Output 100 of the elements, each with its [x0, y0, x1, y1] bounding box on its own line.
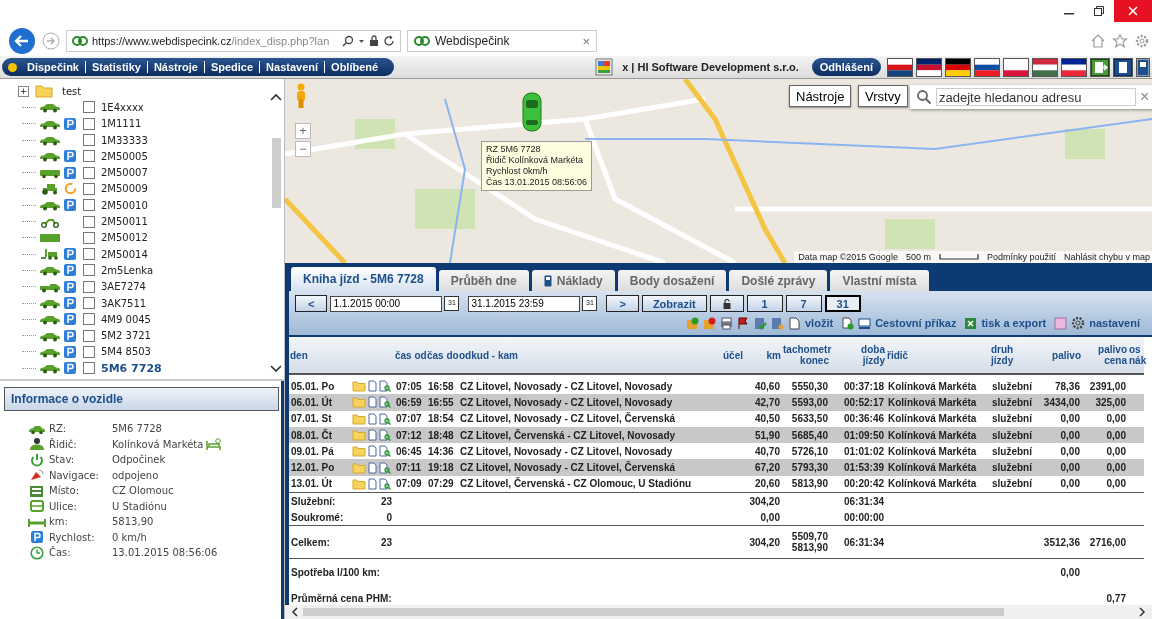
search-icon[interactable] [342, 35, 354, 47]
document-search-icon[interactable] [379, 477, 391, 490]
flag-icon[interactable] [1061, 57, 1087, 77]
show-button[interactable]: Zobrazit [641, 295, 707, 312]
refresh-icon[interactable] [383, 35, 395, 47]
address-search-field[interactable]: zadejte hledanou adresu [936, 88, 1136, 106]
vehicle-tree-item[interactable]: 2M50007 [98, 167, 148, 179]
tab[interactable]: Vlastní místa [830, 270, 929, 291]
column-header[interactable]: druh jízdy [991, 344, 1035, 366]
table-row[interactable]: 13.01. Út 07:09 07:29 CZ Litovel, Červenská - CZ Olomouc, U Stadiónu 20,60 5813,90 00:20:42 Kolínková Markéta služební 0,00 0,00 [289, 475, 1144, 493]
tree-folder-label[interactable]: test [59, 85, 82, 97]
star-icon[interactable] [1112, 33, 1128, 49]
insert-link[interactable]: vložit [805, 317, 834, 329]
column-header[interactable]: palivo cena [1083, 344, 1127, 366]
vehicle-tree-item[interactable]: 2M50012 [98, 232, 148, 244]
menu-item[interactable]: Spedice [203, 61, 260, 73]
menu-item[interactable]: Nastavení [259, 61, 325, 73]
vehicle-tree-item[interactable]: 4M9 0045 [98, 313, 151, 325]
scroll-down-icon[interactable] [270, 365, 282, 373]
vehicle-tree-item[interactable]: 2M50010 [98, 199, 148, 211]
flag-icon[interactable] [1003, 57, 1029, 77]
settings-link[interactable]: nastavení [1089, 317, 1140, 329]
checkbox[interactable] [83, 345, 95, 358]
scrollbar-thumb[interactable] [271, 138, 281, 208]
tab[interactable]: Průběh dne [438, 270, 529, 291]
settings-icon[interactable] [1071, 316, 1086, 330]
column-header[interactable]: den [290, 349, 343, 361]
document-search-icon[interactable] [379, 380, 391, 393]
zoom-out-button[interactable]: − [295, 141, 311, 157]
vehicle-tree-item[interactable]: 2m5Lenka [98, 264, 154, 276]
checkbox[interactable] [83, 329, 95, 342]
document-search-icon[interactable] [379, 445, 391, 458]
lock-button[interactable] [709, 295, 744, 312]
menu-item[interactable]: Nástroje [146, 61, 204, 73]
previous-button[interactable]: < [295, 295, 328, 312]
vehicle-tree-item[interactable]: 1E4xxxx [98, 101, 144, 113]
period-button[interactable]: 1 [746, 295, 783, 312]
checkbox[interactable] [83, 280, 95, 293]
scroll-right-icon[interactable] [1138, 607, 1146, 617]
exit-icon[interactable] [1090, 57, 1110, 77]
flag-icon[interactable] [887, 57, 913, 77]
tab[interactable]: Došlé zprávy [729, 270, 828, 291]
page-icon[interactable] [788, 316, 801, 330]
vehicle-tree-item[interactable]: 5M6 7728 [98, 361, 162, 375]
scroll-left-icon[interactable] [291, 607, 299, 617]
column-header[interactable]: km [745, 349, 781, 361]
expand-toggle[interactable]: + [18, 85, 29, 97]
horizontal-scrollbar[interactable] [285, 605, 1152, 619]
checkbox[interactable] [83, 199, 95, 212]
vehicle-tree-item[interactable]: 5M2 3721 [98, 330, 151, 342]
checkbox[interactable] [83, 182, 95, 195]
checkbox[interactable] [83, 231, 95, 244]
clear-button[interactable]: × [1140, 88, 1150, 106]
checkbox[interactable] [83, 166, 95, 179]
checkbox[interactable] [83, 101, 95, 114]
column-header[interactable]: účel [723, 349, 743, 361]
menu-item[interactable]: Dispečink [21, 61, 85, 73]
date-from-field[interactable]: 1.1.2015 00:00 [330, 295, 443, 312]
vehicle-tree-item[interactable]: 1M1111 [98, 118, 142, 130]
document-search-icon[interactable] [379, 461, 391, 474]
checkbox[interactable] [83, 248, 95, 261]
tab[interactable]: Body dosažení [617, 270, 727, 291]
vehicle-tree-item[interactable]: 3AK7511 [98, 297, 147, 309]
check-icon[interactable] [754, 316, 767, 330]
address-bar[interactable]: https://www.webdispecink.cz/index_disp.php?lan [66, 30, 401, 52]
checkbox[interactable] [83, 215, 95, 228]
tab[interactable]: Náklady [531, 270, 615, 291]
table-row[interactable]: 05.01. Po 07:05 16:58 CZ Litovel, Novosady - CZ Litovel, Novosady 40,60 5550,30 00:37:18 Kolínková Markéta služební 78,36 2391,00 [289, 378, 1144, 395]
checkbox[interactable] [83, 264, 95, 277]
document-add-icon[interactable] [841, 316, 855, 330]
tab-close-button[interactable]: × [582, 33, 590, 49]
report-link[interactable]: Nahlásit chybu v map [1063, 252, 1150, 262]
next-button[interactable]: > [606, 295, 639, 312]
menu-item[interactable]: Oblíbené [324, 61, 385, 73]
vehicle-tree-item[interactable]: 3AE7274 [98, 281, 146, 293]
column-header[interactable]: palivo [1037, 349, 1081, 361]
checkbox[interactable] [83, 313, 95, 326]
monitor-icon[interactable] [858, 316, 872, 330]
terms-link[interactable]: Podmínky použití [986, 252, 1056, 262]
checkbox[interactable] [83, 117, 95, 130]
period-button[interactable]: 7 [785, 295, 822, 312]
document-search-icon[interactable] [379, 396, 391, 409]
table-row[interactable]: 08.01. Čt 07:12 18:48 CZ Litovel, Červenská - CZ Litovel, Novosady 51,90 5685,40 01:09:50 Kolínková Markéta služební 0,00 0,00 [289, 426, 1144, 444]
vehicle-tree-item[interactable]: 2M50014 [98, 248, 148, 260]
home-icon[interactable] [1090, 33, 1106, 49]
browser-tab[interactable]: Webdispečink × [407, 30, 597, 52]
scrollbar-thumb[interactable] [303, 608, 1004, 616]
table-row[interactable]: 06.01. Út 06:59 16:55 CZ Litovel, Novosady - CZ Litovel, Novosady 42,70 5593,00 00:52:17 Kolínková Markéta služební 3434,00 325,00 [289, 394, 1144, 411]
tab[interactable]: Kniha jízd - 5M6 7728 [291, 267, 436, 291]
checkbox[interactable] [83, 150, 95, 163]
flag-icon[interactable] [1032, 57, 1058, 77]
layers-button[interactable]: Vrstvy [858, 85, 908, 107]
checkbox[interactable] [83, 134, 95, 147]
vehicle-tree-item[interactable]: 2M50011 [98, 216, 148, 227]
search-icon[interactable] [916, 89, 932, 105]
vehicle-tree-item[interactable]: 2M50009 [98, 183, 148, 195]
column-header[interactable]: os nák [1129, 344, 1147, 366]
print-export-link[interactable]: tisk a export [981, 317, 1047, 329]
column-header[interactable]: doba jízdy [831, 344, 885, 366]
period-button[interactable]: 31 [824, 295, 861, 312]
